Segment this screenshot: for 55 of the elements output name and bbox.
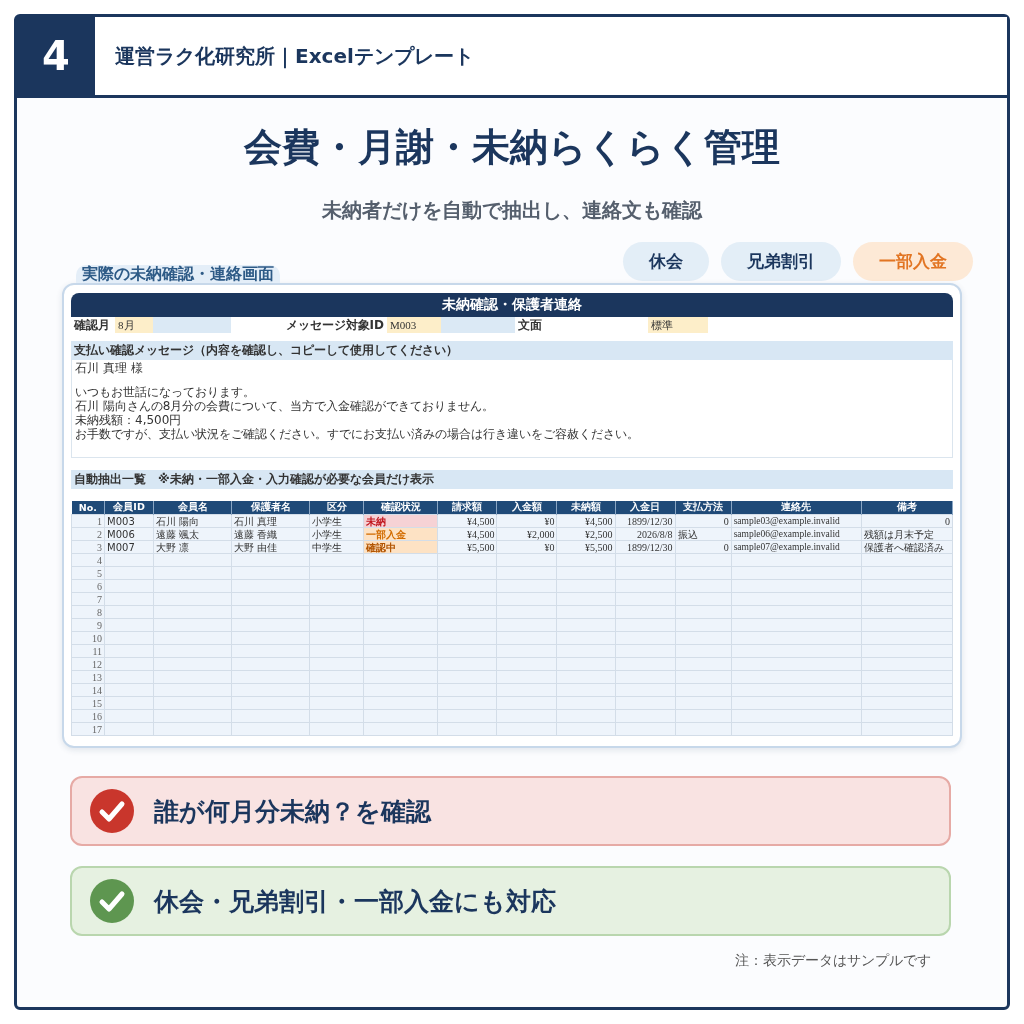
column-header: 請求額 xyxy=(437,501,497,515)
column-header: 支払方法 xyxy=(675,501,732,515)
feature-tag: 休会 xyxy=(623,242,709,281)
field-value[interactable]: M003 xyxy=(387,317,441,333)
page-title: 会費・月謝・未納らくらく管理 xyxy=(243,124,781,171)
message-line: 石川 陽向さんの8月分の会費について、当方で入金確認ができておりません。 xyxy=(75,399,496,413)
column-header: 連絡先 xyxy=(731,501,862,515)
table-cell: ¥4,500 xyxy=(557,514,616,528)
field-label: 確認月 xyxy=(72,317,111,333)
callout-text: 誰が何月分未納？を確認 xyxy=(154,795,431,828)
table-cell: 0 xyxy=(861,514,953,528)
row-number: 1 xyxy=(71,514,105,528)
column-header: 確認状況 xyxy=(363,501,438,515)
message-box[interactable]: 石川 真理 様 いつもお世話になっております。 石川 陽向さんの8月分の会費について、当方で入金確認ができておりません。 未納残額：4,500円 お手数ですが、支払い状況をご確認ください。すでにお支払い済みの場合は行き違いをご容赦ください。 xyxy=(71,360,953,458)
column-header: 未納額 xyxy=(557,501,616,515)
check-icon xyxy=(90,879,134,923)
table-cell: 1899/12/30 xyxy=(615,514,676,528)
table-cell: 石川 陽向 xyxy=(153,514,232,528)
field-value[interactable]: 8月 xyxy=(115,317,153,333)
callout-text: 休会・兄弟割引・一部入金にも対応 xyxy=(154,885,556,918)
footnote: 注：表示データはサンプルです xyxy=(734,952,931,970)
table-cell: 小学生 xyxy=(309,514,364,528)
column-header: 区分 xyxy=(309,501,364,515)
message-line: いつもお世話になっております。 xyxy=(75,385,256,399)
table-cell: 未納 xyxy=(363,514,438,528)
message-line: お手数ですが、支払い状況をご確認ください。すでにお支払い済みの場合は行き違いをご容赦ください。 xyxy=(75,427,640,441)
column-header: 保護者名 xyxy=(231,501,310,515)
filter-note: ※未納・一部入金・入力確認が必要な会員だけ表示 xyxy=(158,472,434,486)
step-number: 4 xyxy=(17,17,95,95)
table-cell: sample03@example.invalid xyxy=(731,514,862,528)
check-icon xyxy=(90,789,134,833)
screen-label: 実際の未納確認・連絡画面 xyxy=(76,265,280,283)
section-heading: 自動抽出一覧 xyxy=(74,472,146,486)
column-header: 会員名 xyxy=(153,501,232,515)
field-value[interactable]: 標準 xyxy=(648,317,708,333)
section-heading: 支払い確認メッセージ（内容を確認し、コピーして使用してください） xyxy=(71,341,953,360)
message-line: 石川 真理 様 xyxy=(75,361,144,375)
message-line: 未納残額：4,500円 xyxy=(75,413,183,427)
feature-tag: 一部入金 xyxy=(853,242,973,281)
table-cell: ¥0 xyxy=(496,514,557,528)
field-label: 文面 xyxy=(517,317,543,333)
column-header: 会員ID xyxy=(104,501,154,515)
table-cell: 石川 真理 xyxy=(231,514,310,528)
sheet-title: 未納確認・保護者連絡 xyxy=(71,293,953,317)
table-cell: 0 xyxy=(675,514,732,528)
table-cell: M003 xyxy=(104,514,154,528)
feature-tag: 兄弟割引 xyxy=(721,242,841,281)
brand-title: 運営ラク化研究所｜Excelテンプレート xyxy=(114,42,474,70)
subtitle: 未納者だけを自動で抽出し、連絡文も確認 xyxy=(321,197,704,224)
table-cell: ¥4,500 xyxy=(437,514,497,528)
field-label: メッセージ対象ID xyxy=(284,317,385,333)
column-header: 入金額 xyxy=(496,501,557,515)
column-header: No. xyxy=(71,501,105,515)
column-header: 備考 xyxy=(861,501,953,515)
column-header: 入金日 xyxy=(615,501,676,515)
